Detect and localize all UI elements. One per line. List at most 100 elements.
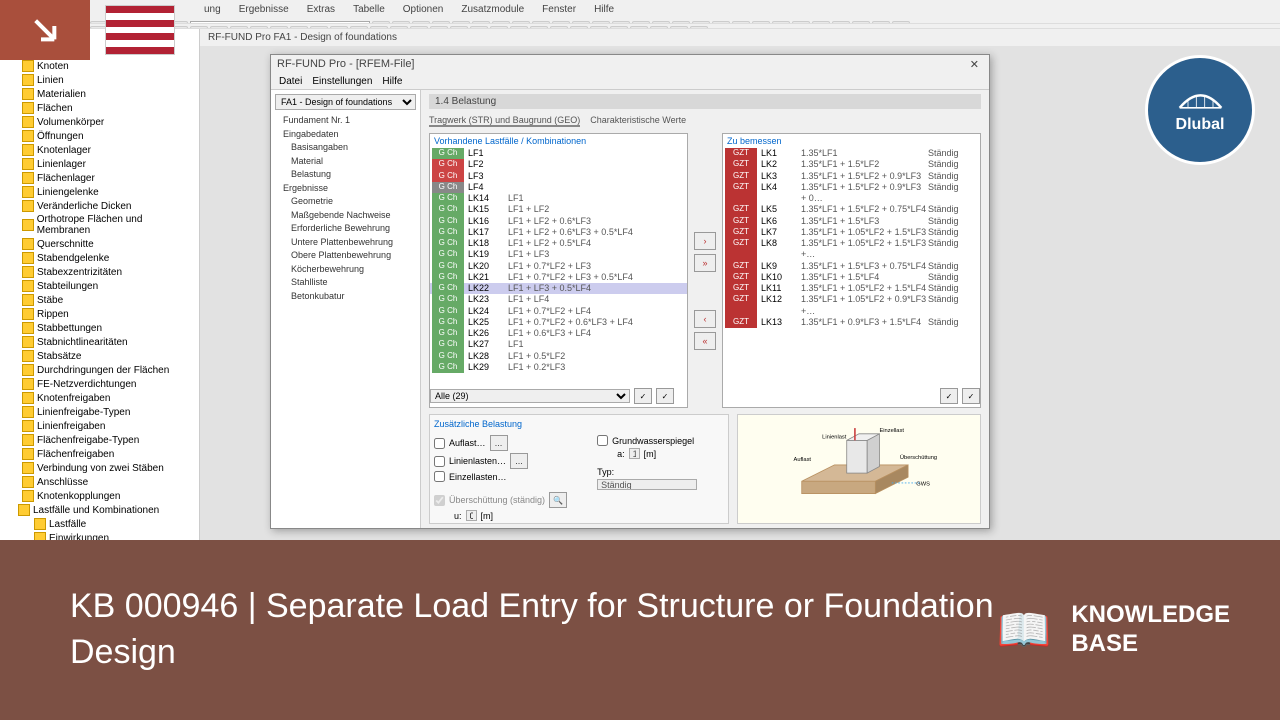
project-tree[interactable]: RFEM-File KnotenLinienMaterialienFlächen… bbox=[0, 29, 200, 573]
nav-group[interactable]: Eingabedaten bbox=[275, 128, 416, 142]
nav-item[interactable]: Köcherbewehrung bbox=[275, 263, 416, 277]
tree-item[interactable]: Knotenfreigaben bbox=[0, 391, 199, 405]
list-row[interactable]: G ChLF2 bbox=[430, 159, 687, 170]
nav-item[interactable]: Betonkubatur bbox=[275, 290, 416, 304]
move-left-button[interactable]: ‹ bbox=[694, 310, 716, 328]
tree-item[interactable]: Stabteilungen bbox=[0, 279, 199, 293]
tree-item[interactable]: Stabsätze bbox=[0, 349, 199, 363]
list-row[interactable]: G ChLK18LF1 + LF2 + 0.5*LF4 bbox=[430, 238, 687, 249]
list-row[interactable]: G ChLF4 bbox=[430, 182, 687, 193]
filter-btn[interactable]: ✓ bbox=[634, 388, 652, 404]
tree-item[interactable]: FE-Netzverdichtungen bbox=[0, 377, 199, 391]
tree-item[interactable]: Volumenkörper bbox=[0, 115, 199, 129]
us-input[interactable] bbox=[466, 510, 477, 521]
tree-item[interactable]: Lastfälle bbox=[0, 517, 199, 531]
list-btn[interactable]: ✓ bbox=[940, 388, 958, 404]
list-row[interactable]: GZTLK21.35*LF1 + 1.5*LF2Ständig bbox=[723, 159, 980, 170]
nav-item[interactable]: Material bbox=[275, 155, 416, 169]
tree-group[interactable]: Lastfälle und Kombinationen bbox=[0, 503, 199, 517]
nav-tree[interactable]: Fundament Nr. 1 Eingabedaten Basisangabe… bbox=[275, 114, 416, 303]
list-body[interactable]: GZTLK11.35*LF1StändigGZTLK21.35*LF1 + 1.… bbox=[723, 148, 980, 385]
tree-item[interactable]: Stabexzentrizitäten bbox=[0, 265, 199, 279]
list-row[interactable]: GZTLK111.35*LF1 + 1.05*LF2 + 1.5*LF4Stän… bbox=[723, 283, 980, 294]
chk-linienlasten[interactable] bbox=[434, 456, 445, 467]
tree-item[interactable]: Querschnitte bbox=[0, 237, 199, 251]
list-row[interactable]: GZTLK91.35*LF1 + 1.5*LF3 + 0.75*LF4Ständ… bbox=[723, 261, 980, 272]
tree-item[interactable]: Verbindung von zwei Stäben bbox=[0, 461, 199, 475]
dlg-menu-item[interactable]: Datei bbox=[279, 76, 302, 87]
list-row[interactable]: G ChLK20LF1 + 0.7*LF2 + LF3 bbox=[430, 261, 687, 272]
list-row[interactable]: GZTLK101.35*LF1 + 1.5*LF4Ständig bbox=[723, 272, 980, 283]
nav-item[interactable]: Basisangaben bbox=[275, 141, 416, 155]
list-row[interactable]: G ChLK25LF1 + 0.7*LF2 + 0.6*LF3 + LF4 bbox=[430, 317, 687, 328]
list-row[interactable]: GZTLK41.35*LF1 + 1.5*LF2 + 0.9*LF3 + 0…S… bbox=[723, 182, 980, 205]
chk-grundwasser[interactable] bbox=[597, 435, 608, 446]
list-row[interactable]: GZTLK121.35*LF1 + 1.05*LF2 + 0.9*LF3 +…S… bbox=[723, 294, 980, 317]
tree-item[interactable]: Öffnungen bbox=[0, 129, 199, 143]
nav-item[interactable]: Stahlliste bbox=[275, 276, 416, 290]
nav-root[interactable]: Fundament Nr. 1 bbox=[275, 114, 416, 128]
move-all-left-button[interactable]: « bbox=[694, 332, 716, 350]
tree-item[interactable]: Knoten bbox=[0, 59, 199, 73]
list-row[interactable]: G ChLK19LF1 + LF3 bbox=[430, 249, 687, 260]
tree-item[interactable]: Flächenlager bbox=[0, 171, 199, 185]
nav-item[interactable]: Untere Plattenbewehrung bbox=[275, 236, 416, 250]
tree-item[interactable]: Linienfreigaben bbox=[0, 419, 199, 433]
tree-item[interactable]: Stabbettungen bbox=[0, 321, 199, 335]
nav-item[interactable]: Geometrie bbox=[275, 195, 416, 209]
tree-item[interactable]: Flächenfreigabe-Typen bbox=[0, 433, 199, 447]
list-row[interactable]: G ChLK23LF1 + LF4 bbox=[430, 294, 687, 305]
tree-item[interactable]: Linienfreigabe-Typen bbox=[0, 405, 199, 419]
list-row[interactable]: GZTLK81.35*LF1 + 1.05*LF2 + 1.5*LF3 +…St… bbox=[723, 238, 980, 261]
list-row[interactable]: G ChLK21LF1 + 0.7*LF2 + LF3 + 0.5*LF4 bbox=[430, 272, 687, 283]
list-row[interactable]: G ChLK27LF1 bbox=[430, 339, 687, 350]
filter-dropdown[interactable]: Alle (29) bbox=[430, 389, 630, 403]
tree-item[interactable]: Stäbe bbox=[0, 293, 199, 307]
move-right-button[interactable]: › bbox=[694, 232, 716, 250]
list-row[interactable]: G ChLF1 bbox=[430, 148, 687, 159]
tree-item[interactable]: Veränderliche Dicken bbox=[0, 199, 199, 213]
tree-item[interactable]: Knotenkopplungen bbox=[0, 489, 199, 503]
list-btn[interactable]: ✓ bbox=[962, 388, 980, 404]
list-row[interactable]: GZTLK11.35*LF1Ständig bbox=[723, 148, 980, 159]
info-button[interactable]: 🔍 bbox=[549, 492, 567, 508]
move-all-right-button[interactable]: » bbox=[694, 254, 716, 272]
list-row[interactable]: G ChLK26LF1 + 0.6*LF3 + LF4 bbox=[430, 328, 687, 339]
list-row[interactable]: GZTLK131.35*LF1 + 0.9*LF3 + 1.5*LF4Ständ… bbox=[723, 317, 980, 328]
nav-item[interactable]: Obere Plattenbewehrung bbox=[275, 249, 416, 263]
list-row[interactable]: G ChLK28LF1 + 0.5*LF2 bbox=[430, 351, 687, 362]
tree-item[interactable]: Flächenfreigaben bbox=[0, 447, 199, 461]
nav-group[interactable]: Ergebnisse bbox=[275, 182, 416, 196]
list-row[interactable]: GZTLK71.35*LF1 + 1.05*LF2 + 1.5*LF3Ständ… bbox=[723, 227, 980, 238]
dlg-menu-item[interactable]: Einstellungen bbox=[312, 76, 372, 87]
tree-item[interactable]: Materialien bbox=[0, 87, 199, 101]
list-row[interactable]: G ChLF3 bbox=[430, 171, 687, 182]
tree-item[interactable]: Flächen bbox=[0, 101, 199, 115]
tree-item[interactable]: Durchdringungen der Flächen bbox=[0, 363, 199, 377]
list-row[interactable]: G ChLK22LF1 + LF3 + 0.5*LF4 bbox=[430, 283, 687, 294]
filter-btn[interactable]: ✓ bbox=[656, 388, 674, 404]
nav-item[interactable]: Erforderliche Bewehrung bbox=[275, 222, 416, 236]
tree-item[interactable]: Linien bbox=[0, 73, 199, 87]
tree-item[interactable]: Anschlüsse bbox=[0, 475, 199, 489]
chk-auflast[interactable] bbox=[434, 438, 445, 449]
tree-item[interactable]: Stabendgelenke bbox=[0, 251, 199, 265]
tree-item[interactable]: Orthotrope Flächen und Membranen bbox=[0, 213, 199, 237]
list-row[interactable]: G ChLK17LF1 + LF2 + 0.6*LF3 + 0.5*LF4 bbox=[430, 227, 687, 238]
chk-einzellasten[interactable] bbox=[434, 471, 445, 482]
tree-item[interactable]: Stabnichtlinearitäten bbox=[0, 335, 199, 349]
tab-characteristic[interactable]: Charakteristische Werte bbox=[590, 115, 686, 127]
tree-item[interactable]: Rippen bbox=[0, 307, 199, 321]
case-dropdown[interactable]: FA1 - Design of foundations bbox=[275, 94, 416, 110]
list-row[interactable]: GZTLK51.35*LF1 + 1.5*LF2 + 0.75*LF4Ständ… bbox=[723, 204, 980, 215]
edit-button[interactable]: … bbox=[490, 435, 508, 451]
list-row[interactable]: G ChLK16LF1 + LF2 + 0.6*LF3 bbox=[430, 216, 687, 227]
list-row[interactable]: G ChLK29LF1 + 0.2*LF3 bbox=[430, 362, 687, 373]
edit-button[interactable]: … bbox=[510, 453, 528, 469]
list-row[interactable]: G ChLK24LF1 + 0.7*LF2 + LF4 bbox=[430, 306, 687, 317]
list-row[interactable]: GZTLK61.35*LF1 + 1.5*LF3Ständig bbox=[723, 216, 980, 227]
list-row[interactable]: G ChLK15LF1 + LF2 bbox=[430, 204, 687, 215]
list-row[interactable]: G ChLK14LF1 bbox=[430, 193, 687, 204]
tree-item[interactable]: Knotenlager bbox=[0, 143, 199, 157]
tree-item[interactable]: Linienlager bbox=[0, 157, 199, 171]
